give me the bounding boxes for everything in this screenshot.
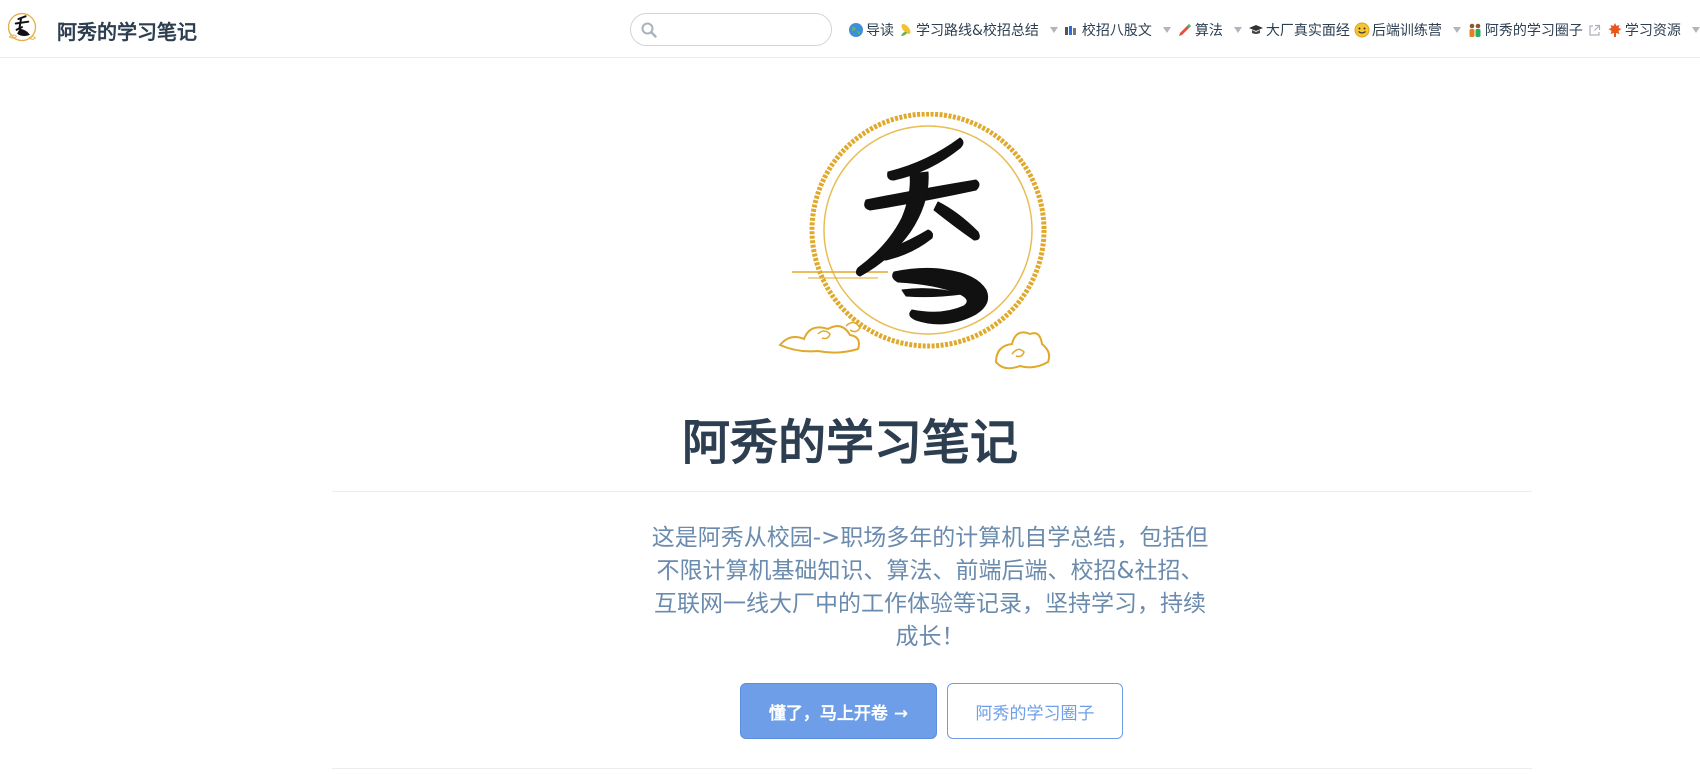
external-link-icon	[1588, 24, 1601, 37]
chevron-down-icon	[1233, 27, 1242, 33]
globe-icon	[848, 22, 864, 38]
get-started-button[interactable]: 懂了，马上开卷 →	[740, 683, 937, 739]
search-input[interactable]	[661, 18, 825, 43]
nav-links: 导读 学习路线&校招总结 校招八股文 算法 大厂真实面经 后端训练营 阿秀的学习…	[848, 19, 1700, 41]
nav-item-resources[interactable]: 学习资源	[1607, 20, 1700, 40]
chevron-down-icon	[1452, 27, 1461, 33]
nav-item-label: 学习路线&校招总结	[916, 23, 1039, 39]
chevron-down-icon	[1162, 27, 1171, 33]
nav-item-backend-camp[interactable]: 后端训练营	[1354, 20, 1463, 40]
footer-divider	[332, 768, 1532, 769]
chevron-down-icon	[1691, 27, 1700, 33]
pen-icon	[1177, 22, 1193, 38]
nav-item-algorithm[interactable]: 算法	[1177, 20, 1244, 40]
nav-item-learning-route[interactable]: 学习路线&校招总结	[898, 20, 1060, 40]
site-logo-icon[interactable]	[4, 10, 40, 46]
chevron-down-icon	[1049, 27, 1058, 33]
smile-icon	[1354, 22, 1370, 38]
top-navbar: 阿秀的学习笔记 导读 学习路线&校招总结 校招八股文 算法 大厂真实面经 后端训…	[0, 0, 1700, 58]
nav-item-label: 校招八股文	[1081, 23, 1152, 39]
grad-cap-icon	[1248, 22, 1264, 38]
site-name[interactable]: 阿秀的学习笔记	[57, 16, 197, 45]
nav-item-interviews[interactable]: 大厂真实面经	[1248, 20, 1350, 40]
search-box[interactable]	[630, 13, 832, 46]
nav-item-label: 阿秀的学习圈子	[1484, 23, 1583, 39]
nav-item-label: 导读	[866, 23, 894, 39]
nav-item-interview-basics[interactable]: 校招八股文	[1064, 20, 1173, 40]
nav-item-guide[interactable]: 导读	[848, 20, 894, 40]
books-icon	[1064, 22, 1080, 38]
study-circle-button[interactable]: 阿秀的学习圈子	[947, 683, 1123, 739]
corn-icon	[898, 22, 914, 38]
people-icon	[1467, 22, 1483, 38]
nav-item-label: 大厂真实面经	[1265, 23, 1350, 39]
nav-item-label: 学习资源	[1624, 23, 1681, 39]
hero-logo-icon	[778, 112, 1051, 370]
search-icon	[641, 22, 657, 38]
hero-description: 这是阿秀从校园->职场多年的计算机自学总结，包括但不限计算机基础知识、算法、前端…	[651, 525, 1209, 650]
hero-divider	[332, 491, 1532, 492]
hero-title: 阿秀的学习笔记	[681, 415, 1018, 471]
nav-item-label: 后端训练营	[1371, 23, 1442, 39]
nav-item-study-circle[interactable]: 阿秀的学习圈子	[1467, 20, 1603, 40]
nav-item-label: 算法	[1194, 23, 1223, 39]
maple-leaf-icon	[1607, 22, 1623, 38]
